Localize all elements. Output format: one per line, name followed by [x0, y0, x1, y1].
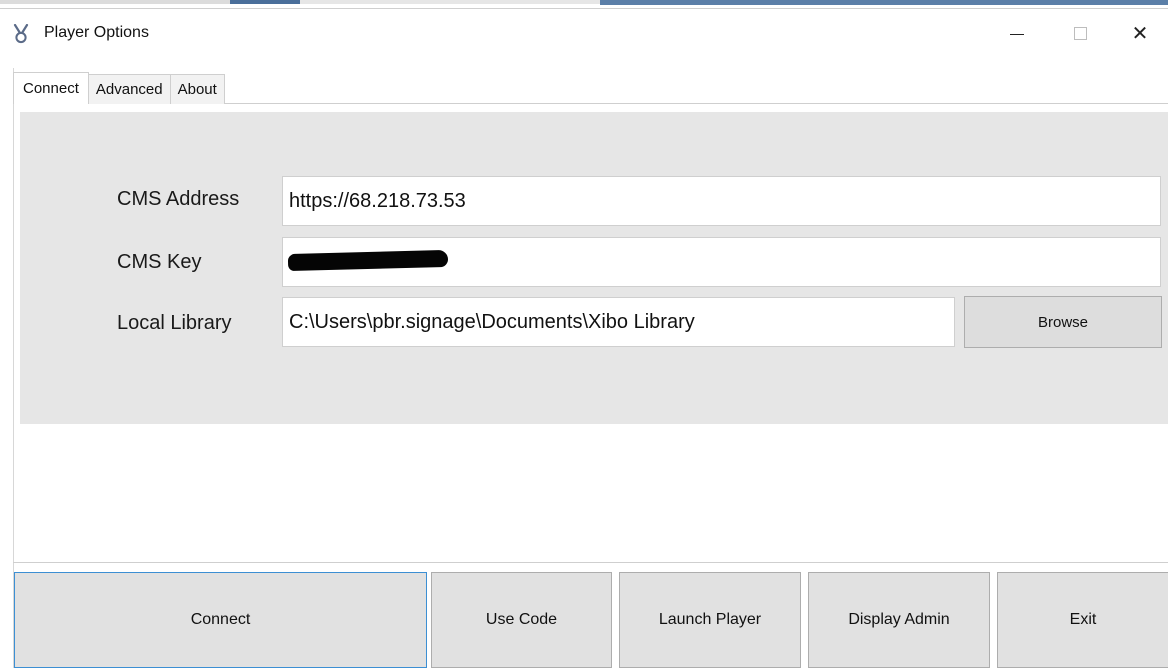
browse-button[interactable]: Browse [964, 296, 1162, 348]
top-accent-strip [0, 0, 1168, 9]
tab-connect-label: Connect [23, 80, 79, 97]
window-title: Player Options [44, 24, 149, 41]
tab-advanced-label: Advanced [95, 81, 163, 98]
local-library-label: Local Library [117, 312, 232, 334]
tab-strip: Connect Advanced About [13, 72, 225, 104]
cms-address-input[interactable]: https://68.218.73.53 [282, 176, 1161, 226]
minimize-icon [1010, 33, 1024, 35]
connect-button[interactable]: Connect [14, 572, 427, 668]
exit-button[interactable]: Exit [997, 572, 1168, 668]
tab-about[interactable]: About [170, 74, 225, 104]
title-bar: Player Options ✕ [0, 10, 1168, 58]
tab-connect[interactable]: Connect [13, 72, 89, 104]
maximize-icon [1073, 26, 1087, 40]
local-library-input[interactable]: C:\Users\pbr.signage\Documents\Xibo Libr… [282, 297, 955, 347]
close-button[interactable]: ✕ [1112, 10, 1168, 56]
xibo-app-icon [13, 24, 29, 44]
maximize-button[interactable] [1048, 10, 1112, 56]
tab-about-label: About [177, 81, 217, 98]
local-library-value: C:\Users\pbr.signage\Documents\Xibo Libr… [289, 310, 695, 333]
display-admin-button[interactable]: Display Admin [808, 572, 990, 668]
use-code-button[interactable]: Use Code [431, 572, 612, 668]
minimize-button[interactable] [985, 10, 1049, 56]
launch-player-button[interactable]: Launch Player [619, 572, 801, 668]
close-icon: ✕ [1131, 22, 1149, 45]
cms-address-label: CMS Address [117, 188, 240, 210]
tab-advanced[interactable]: Advanced [88, 74, 171, 104]
cms-key-label: CMS Key [117, 251, 202, 273]
cms-address-value: https://68.218.73.53 [289, 189, 466, 212]
